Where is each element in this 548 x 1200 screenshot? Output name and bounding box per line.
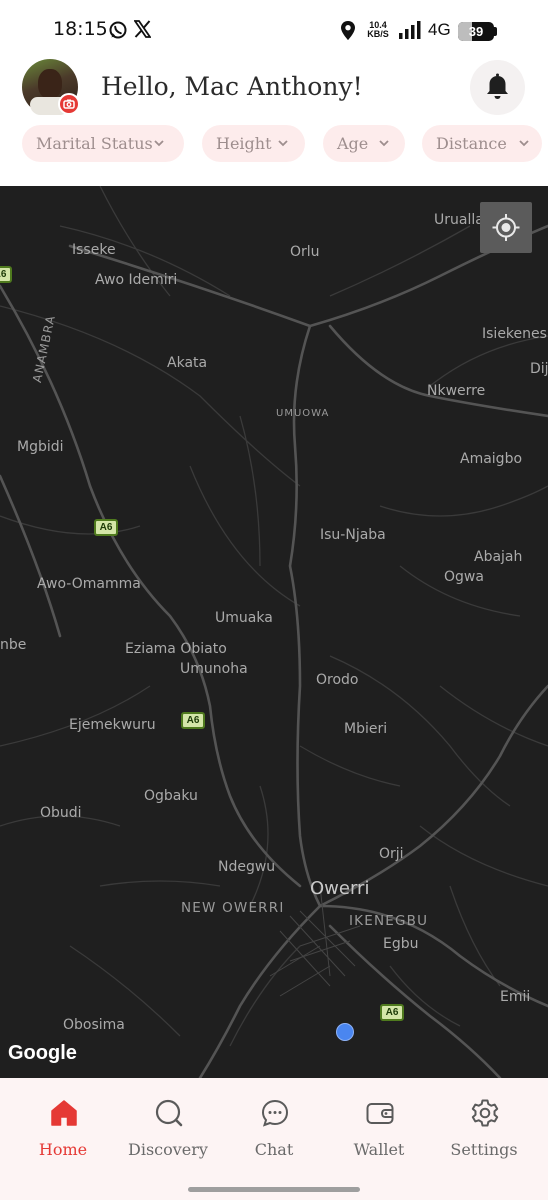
nav-wallet[interactable]: Wallet [329, 1078, 429, 1178]
filter-label: Age [337, 134, 369, 153]
map-place-label: Isu-Njaba [320, 527, 386, 543]
battery-level: 39 [468, 24, 484, 39]
map-place-label: Isseke [72, 242, 116, 258]
map-place-label: Amaigbo [460, 451, 523, 467]
speed-unit: KB/S [367, 29, 389, 39]
filter-label: Marital Status [36, 134, 153, 153]
map-place-label: Orodo [316, 672, 359, 688]
map-place-label: Orlu [290, 244, 320, 260]
map-place-label: Akata [167, 355, 208, 371]
filter-distance[interactable]: Distance [422, 125, 542, 162]
home-icon [51, 1100, 77, 1126]
map-place-label: Ogwa [444, 569, 484, 585]
map-place-label: Mgbidi [17, 439, 64, 455]
avatar-face [38, 69, 62, 99]
nav-label: Chat [254, 1140, 294, 1159]
map-place-label: Abajah [474, 549, 523, 565]
camera-glyph [63, 99, 75, 109]
locate-me-button[interactable] [480, 202, 532, 253]
status-bar: 18:15 10.4 KB/S 4G 39 [0, 0, 548, 62]
map-city-label: Owerri [310, 878, 370, 899]
x-icon [134, 20, 151, 38]
filter-label: Height [216, 134, 272, 153]
map-place-label: Isiekenes [482, 326, 547, 342]
filter-label: Distance [436, 134, 507, 153]
map-place-label: Obosima [63, 1017, 125, 1033]
map-place-label: Umuaka [215, 610, 273, 626]
map-place-label: Ndegwu [218, 859, 276, 875]
network-speed: 10.4 KB/S [364, 21, 392, 39]
chevron-down-icon [519, 140, 529, 147]
battery-tip [494, 27, 497, 36]
map-place-label: Obudi [40, 805, 82, 821]
map-place-label: Eziama Obiato [125, 641, 227, 657]
settings-icon [471, 1099, 499, 1127]
location-icon [341, 21, 355, 40]
nav-label: Discovery [128, 1140, 208, 1159]
map-place-label: Ejemekwuru [69, 717, 156, 733]
nav-home[interactable]: Home [13, 1078, 113, 1178]
nav-discovery[interactable]: Discovery [118, 1078, 218, 1178]
user-location-marker [336, 1023, 354, 1041]
map-place-label: Umunoha [180, 661, 248, 677]
map-place-label: IKENEGBU [349, 913, 429, 929]
nav-label: Wallet [353, 1140, 405, 1159]
nav-label: Settings [450, 1140, 518, 1159]
nav-settings[interactable]: Settings [434, 1078, 534, 1178]
map-place-label: Dij [530, 361, 548, 377]
map-place-label: nbe [0, 637, 27, 653]
status-time: 18:15 [53, 18, 108, 40]
bell-icon [487, 73, 508, 99]
chat-icon [261, 1099, 289, 1127]
map-place-label: Nkwerre [427, 383, 486, 399]
signal-icon [399, 21, 421, 39]
nav-label: Home [38, 1140, 88, 1159]
crosshair-icon [492, 214, 520, 241]
camera-icon[interactable] [58, 93, 80, 115]
network-type: 4G [428, 20, 451, 39]
filter-age[interactable]: Age [323, 125, 405, 162]
map-place-label: Emii [500, 989, 531, 1005]
highway-shield: A6 [380, 1004, 404, 1021]
home-indicator[interactable] [188, 1187, 360, 1192]
map-place-label: Awo-Omamma [37, 576, 141, 592]
map-place-label: UMUOWA [276, 408, 330, 419]
map-place-label: Orji [379, 846, 404, 862]
nav-chat[interactable]: Chat [224, 1078, 324, 1178]
wallet-icon [366, 1103, 394, 1124]
highway-shield: A6 [94, 519, 118, 536]
map-roads [0, 186, 548, 1078]
chevron-down-icon [379, 140, 389, 147]
battery-icon: 39 [458, 22, 494, 41]
filter-marital-status[interactable]: Marital Status [22, 125, 184, 162]
map-view[interactable]: Isseke Awo Idemiri Orlu Urualla Isiekene… [0, 186, 548, 1078]
highway-shield: A6 [0, 266, 12, 283]
discovery-icon [155, 1099, 183, 1127]
avatar[interactable] [22, 59, 80, 115]
filter-height[interactable]: Height [202, 125, 305, 162]
map-place-label: NEW OWERRI [181, 900, 285, 916]
bottom-navigation: Home Discovery Chat Wallet Settings [0, 1078, 548, 1200]
map-place-label: Mbieri [344, 721, 388, 737]
notifications-button[interactable] [470, 60, 525, 115]
map-place-label: Awo Idemiri [95, 272, 178, 288]
whatsapp-icon [109, 21, 127, 39]
chevron-down-icon [278, 140, 288, 147]
map-place-label: Urualla [434, 212, 484, 228]
highway-shield: A6 [181, 712, 205, 729]
greeting-title: Hello, Mac Anthony! [101, 72, 363, 101]
map-place-label: Egbu [383, 936, 419, 952]
google-attribution: Google [8, 1042, 77, 1064]
chevron-down-icon [154, 140, 164, 147]
map-place-label: Ogbaku [144, 788, 198, 804]
